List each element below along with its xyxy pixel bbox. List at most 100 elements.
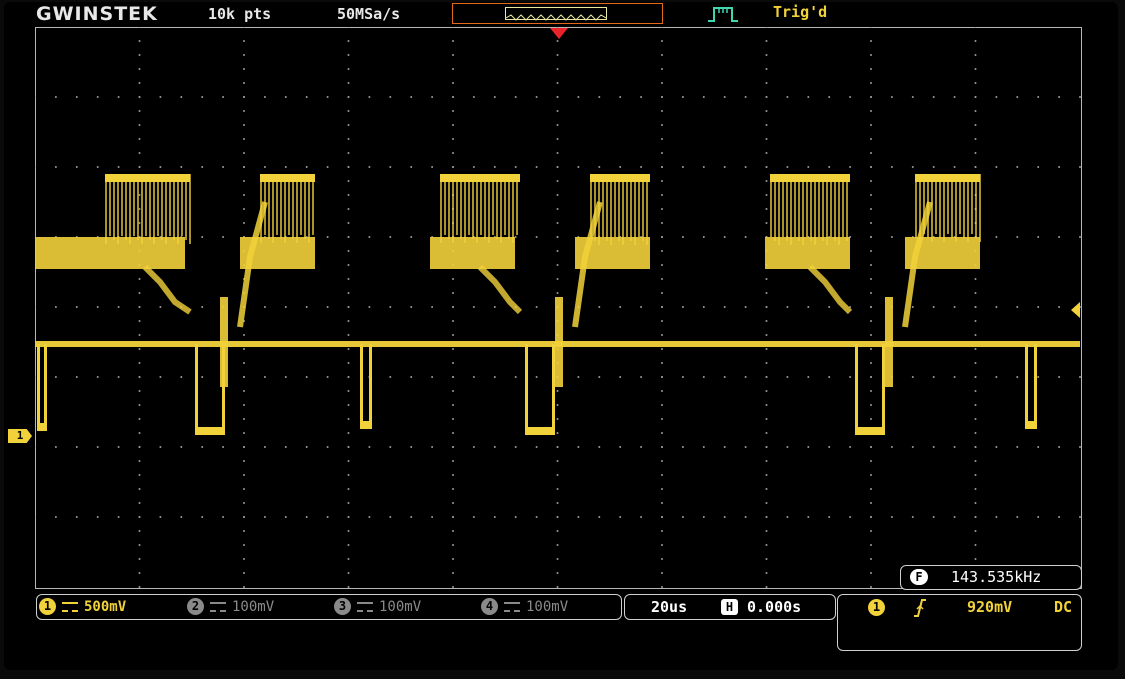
ch1-trace-band	[614, 174, 616, 237]
ch1-trace-band	[430, 237, 515, 269]
ch1-waveform	[35, 174, 1080, 435]
frequency-counter: F 143.535kHz	[900, 565, 1082, 590]
ch1-trace-band	[786, 174, 788, 241]
ch2-status[interactable]: 2 100mV	[187, 598, 274, 616]
ch1-trace-band	[646, 174, 648, 245]
ch1-trace-band	[484, 174, 486, 239]
trigger-position-marker[interactable]	[550, 28, 568, 39]
ch1-trace-band	[37, 344, 40, 427]
ch1-trace-band	[181, 174, 183, 236]
ch1-trace-band	[855, 427, 885, 435]
ch1-trace-band	[943, 174, 945, 242]
ch1-trace-band	[774, 174, 776, 241]
ch1-trace-band	[802, 174, 804, 245]
ch1-trace-band	[145, 174, 147, 236]
ch1-trace-band	[165, 174, 167, 244]
ch1-trace-band	[300, 174, 302, 235]
ch1-trace-band	[630, 174, 632, 241]
trigger-coupling: DC	[1054, 598, 1073, 616]
ch1-trace-band	[794, 174, 796, 237]
ch1-trace-band	[634, 174, 636, 245]
ch1-trace-band	[504, 174, 506, 235]
ch4-badge: 4	[481, 598, 498, 615]
ch1-trace-band	[185, 174, 187, 240]
ch1-trace-band	[157, 174, 159, 236]
ch1-trace-band	[1025, 421, 1037, 429]
ch2-badge: 2	[187, 598, 204, 615]
ch3-scale: 100mV	[379, 599, 422, 615]
ch1-status[interactable]: 1 500mV	[39, 598, 126, 616]
dc-coupling-icon	[504, 602, 520, 612]
ch1-trace-band	[444, 174, 446, 235]
ch1-trace-band	[288, 174, 290, 235]
ch1-trace-band	[826, 174, 828, 245]
memory-bar	[452, 3, 663, 24]
ch1-trace-band	[915, 174, 917, 238]
ch1-trace-band	[460, 174, 462, 239]
memory-wave-icon	[505, 14, 607, 21]
ch1-trace-band	[276, 174, 278, 235]
ch1-trace-band	[882, 344, 885, 431]
ch1-trace-band	[508, 174, 510, 239]
ch1-trace-band	[967, 174, 969, 242]
ch1-trace-band	[109, 174, 111, 236]
ch1-trace-band	[296, 174, 298, 243]
ch1-trace-band	[512, 174, 514, 243]
ch1-trace-band	[133, 174, 135, 236]
horizontal-icon: H	[721, 599, 738, 615]
ch1-trace-band	[810, 174, 812, 241]
record-length: 10k pts	[208, 5, 272, 23]
ch4-scale: 100mV	[526, 599, 569, 615]
ch1-trace-band	[822, 174, 824, 241]
ch3-status[interactable]: 3 100mV	[334, 598, 421, 616]
ch1-trace-band	[814, 174, 816, 245]
ch1-trace-band	[885, 297, 893, 387]
ch1-trace-band	[292, 174, 294, 239]
ch1-trace-band	[456, 174, 458, 235]
horizontal-status[interactable]: 20us H 0.000s	[624, 594, 836, 620]
ch1-trace-band	[622, 174, 624, 245]
ch1-trace-band	[492, 174, 494, 235]
ch1-trace-band	[496, 174, 498, 239]
memory-window	[505, 7, 607, 21]
ch1-trace-band	[500, 174, 502, 243]
ch1-trace-band	[125, 174, 127, 240]
ch1-trace-band	[37, 423, 47, 431]
ch1-trace-band	[472, 174, 474, 239]
ch1-trace-band	[161, 174, 163, 240]
ch1-trace-band	[782, 174, 784, 237]
ch1-trace-band	[525, 427, 555, 435]
dc-coupling-icon	[357, 602, 373, 612]
timebase-value: 20us	[651, 598, 688, 616]
ch1-trace-band	[642, 174, 644, 241]
ch1-trace-band	[177, 174, 179, 244]
horizontal-position: 0.000s	[747, 598, 802, 616]
ch1-trace-band	[555, 297, 563, 387]
ch1-trace-segment	[477, 264, 523, 315]
channel-status-bar: 1 500mV 2 100mV 3 100mV 4 100mV	[36, 594, 622, 620]
ch1-trace-band	[117, 174, 119, 244]
ch1-trace-band	[626, 174, 628, 237]
ch1-trace-band	[842, 174, 844, 237]
ch1-trace-band	[452, 174, 454, 243]
ch1-trace-band	[935, 174, 937, 234]
ch1-trace-band	[360, 344, 363, 425]
frequency-icon: F	[910, 569, 928, 585]
ch1-trace-band	[280, 174, 282, 239]
ch1-trace-band	[963, 174, 965, 238]
ch1-trace-band	[220, 297, 228, 387]
ch1-trace-segment	[142, 264, 192, 315]
ch4-status[interactable]: 4 100mV	[481, 598, 568, 616]
ch1-trace-band	[268, 174, 270, 239]
ch1-trace-band	[818, 174, 820, 237]
ch1-trace-band	[308, 174, 310, 243]
trigger-level-marker[interactable]	[1071, 302, 1080, 318]
trigger-level: 920mV	[967, 598, 1013, 616]
trigger-pulse-icon	[708, 7, 738, 22]
ch1-trace-band	[312, 174, 314, 235]
rising-edge-icon	[914, 599, 926, 617]
trigger-settings[interactable]: 1 920mV DC	[837, 594, 1082, 651]
ch1-trace-band	[951, 174, 953, 238]
frequency-value: 143.535kHz	[951, 568, 1042, 586]
ch1-trace-band	[606, 174, 608, 241]
